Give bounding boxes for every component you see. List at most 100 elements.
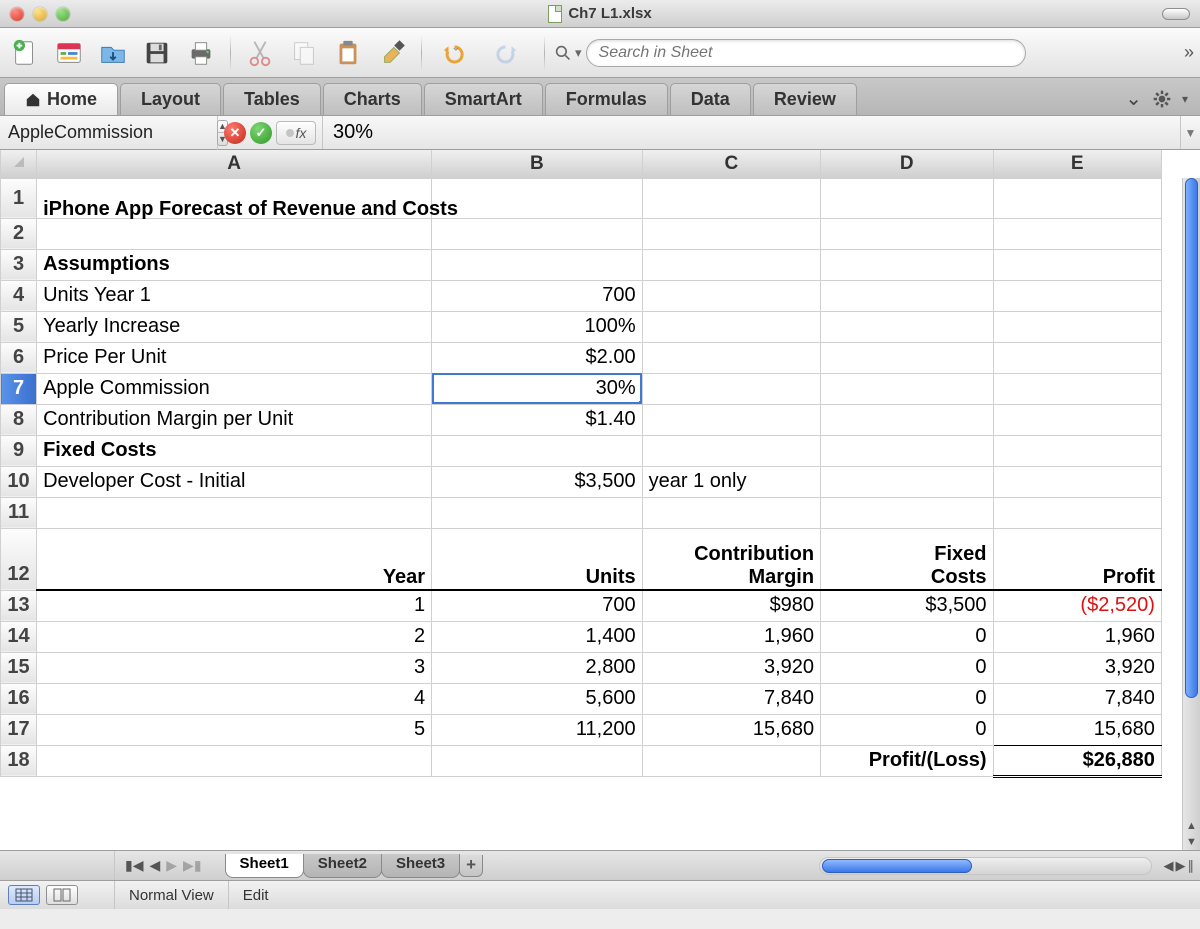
cell[interactable]: $3,500 [821,590,993,621]
cell[interactable]: Profit/(Loss) [821,745,993,776]
select-all-corner[interactable] [1,150,37,178]
col-header-a[interactable]: A [37,150,432,178]
cell[interactable]: 0 [821,621,993,652]
toolbar-overflow-icon[interactable]: » [1184,42,1194,63]
cell[interactable] [642,178,820,218]
scroll-left-icon[interactable]: ◀ [1164,858,1174,874]
toolbar-toggle-icon[interactable] [1162,8,1190,20]
copy-button[interactable] [285,35,323,71]
sheet-tab[interactable]: Sheet3 [381,854,460,878]
cell[interactable]: 1,960 [642,621,820,652]
spreadsheet-grid[interactable]: A B C D E 1 iPhone App Forecast of Reven… [0,150,1200,850]
search-field[interactable] [586,39,1026,67]
cell[interactable]: Apple Commission [37,373,432,404]
cell[interactable]: Assumptions [37,249,432,280]
cell[interactable]: 11,200 [432,714,643,745]
col-header-d[interactable]: D [821,150,993,178]
cell[interactable] [993,178,1161,218]
col-header-e[interactable]: E [993,150,1161,178]
cell[interactable]: 3,920 [642,652,820,683]
cell[interactable]: 5,600 [432,683,643,714]
open-button[interactable] [94,35,132,71]
cell[interactable]: Price Per Unit [37,342,432,373]
redo-button[interactable] [486,35,534,71]
row-header[interactable]: 1 [1,178,37,218]
cell[interactable] [432,745,643,776]
cell[interactable] [432,249,643,280]
cell[interactable] [821,178,993,218]
cell[interactable] [642,311,820,342]
cell[interactable] [642,435,820,466]
cell[interactable]: 100% [432,311,643,342]
ribbon-tab-charts[interactable]: Charts [323,83,422,115]
cell[interactable] [821,342,993,373]
cell[interactable]: $3,500 [432,466,643,497]
cell[interactable]: Units Year 1 [37,280,432,311]
cell[interactable]: $1.40 [432,404,643,435]
cell[interactable] [432,497,643,528]
row-header[interactable]: 15 [1,652,37,683]
cell[interactable] [37,218,432,249]
cell[interactable] [993,466,1161,497]
print-button[interactable] [182,35,220,71]
cell[interactable] [37,745,432,776]
cell[interactable] [642,249,820,280]
confirm-edit-button[interactable]: ✓ [250,122,272,144]
cell[interactable] [642,497,820,528]
row-header[interactable]: 6 [1,342,37,373]
add-sheet-button[interactable]: + [459,855,483,877]
cell[interactable]: 3,920 [993,652,1161,683]
cell[interactable]: ($2,520) [993,590,1161,621]
ribbon-collapse-icon[interactable]: ⌄ [1125,86,1142,111]
insert-function-button[interactable]: fx [276,121,316,145]
row-header[interactable]: 17 [1,714,37,745]
cell[interactable]: 3 [37,652,432,683]
scroll-thumb[interactable] [822,859,972,873]
scroll-down-icon[interactable]: ▼ [1183,834,1200,850]
cell[interactable]: 700 [432,590,643,621]
zoom-window-icon[interactable] [56,7,70,21]
cell[interactable] [642,342,820,373]
cell[interactable]: 15,680 [642,714,820,745]
row-header[interactable]: 7 [1,373,37,404]
cell[interactable]: 5 [37,714,432,745]
cell[interactable]: 7,840 [993,683,1161,714]
scroll-right-icon[interactable]: ▶ [1176,858,1186,874]
cell[interactable] [821,280,993,311]
cell[interactable] [993,497,1161,528]
cell[interactable] [642,280,820,311]
cell[interactable]: FixedCosts [821,528,993,590]
row-header[interactable]: 16 [1,683,37,714]
cell[interactable] [821,497,993,528]
cell[interactable]: 0 [821,683,993,714]
row-header[interactable]: 18 [1,745,37,776]
cell[interactable] [821,249,993,280]
vertical-scrollbar[interactable]: ▲ ▼ [1182,178,1200,850]
row-header[interactable]: 2 [1,218,37,249]
sheet-nav-last-icon[interactable]: ▶▮ [181,855,203,876]
row-header[interactable]: 13 [1,590,37,621]
cell[interactable]: $2.00 [432,342,643,373]
formula-input[interactable] [323,116,1180,149]
cell[interactable]: 1,960 [993,621,1161,652]
cell[interactable] [993,435,1161,466]
paste-button[interactable] [329,35,367,71]
scroll-up-icon[interactable]: ▲ [1183,818,1200,834]
formula-bar-expand-icon[interactable]: ▼ [1180,116,1200,149]
cell[interactable]: Units [432,528,643,590]
normal-view-button[interactable] [8,885,40,905]
cell[interactable]: iPhone App Forecast of Revenue and Costs [37,178,432,218]
cell[interactable] [432,218,643,249]
cell[interactable] [821,404,993,435]
ribbon-tab-review[interactable]: Review [753,83,857,115]
cell[interactable] [642,404,820,435]
cell[interactable] [993,342,1161,373]
ribbon-tab-tables[interactable]: Tables [223,83,321,115]
cut-button[interactable] [241,35,279,71]
cell[interactable]: 7,840 [642,683,820,714]
sheet-nav-next-icon[interactable]: ▶ [164,855,179,876]
cell[interactable] [993,280,1161,311]
cell[interactable]: $26,880 [993,745,1161,776]
cell[interactable] [821,218,993,249]
cell[interactable] [642,218,820,249]
